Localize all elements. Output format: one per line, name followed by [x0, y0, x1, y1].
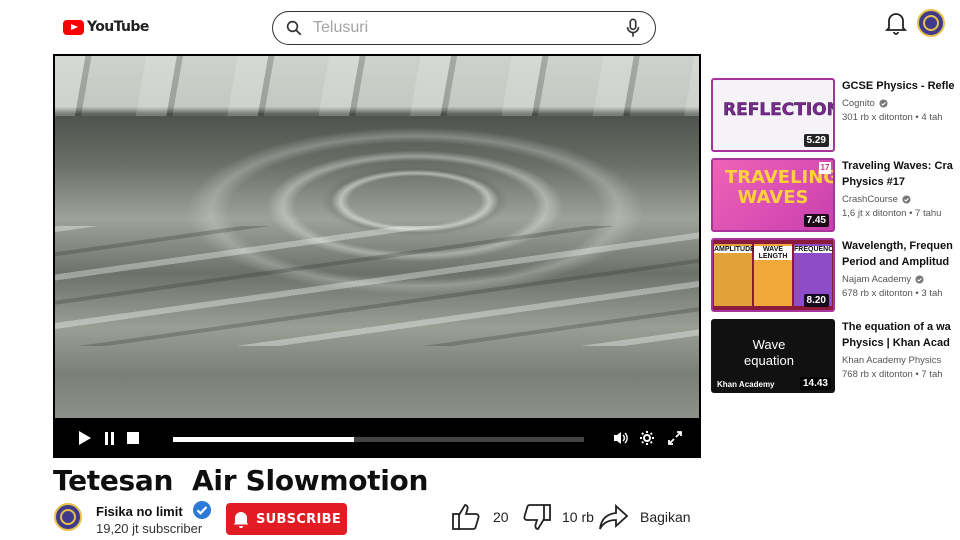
thumbs-up-icon	[452, 504, 480, 530]
volume-icon[interactable]	[613, 430, 629, 446]
recommendation-title[interactable]: Wavelength, Frequen Period and Amplitud	[842, 238, 960, 270]
recommendation-item[interactable]: Wave equation Khan Academy 14.43 The equ…	[711, 319, 960, 395]
youtube-logo[interactable]: YouTube	[63, 19, 149, 35]
share-arrow-icon	[599, 503, 629, 530]
share-button[interactable]: Bagikan	[598, 502, 691, 532]
dislike-button[interactable]: 10 rb	[520, 502, 594, 532]
recommendation-item[interactable]: AMPLITUDE WAVE LENGTH FREQUENCY 8.20 Wav…	[711, 238, 960, 314]
progress-bar[interactable]	[173, 437, 584, 442]
recommendation-meta: 678 rb x ditonton • 3 tah	[842, 288, 943, 299]
verified-check-icon	[902, 195, 911, 204]
recommendation-title[interactable]: GCSE Physics - Refle	[842, 78, 960, 94]
recommendation-item[interactable]: TRAVELING WAVES 17 7.45 Traveling Waves:…	[711, 158, 960, 234]
subscriber-count: 19,20 jt subscriber	[96, 521, 203, 536]
thumbnail-text: TRAVELING WAVES	[725, 167, 835, 208]
fullscreen-icon[interactable]	[667, 430, 683, 446]
thumbnail-panel: AMPLITUDE	[714, 244, 755, 306]
recommendation-channel[interactable]: CrashCourse	[842, 194, 911, 205]
channel-avatar[interactable]	[54, 503, 82, 531]
recommendation-meta: 301 rb x ditonton • 4 tah	[842, 112, 943, 123]
share-label: Bagikan	[640, 509, 691, 525]
thumbnail-brand: Khan Academy	[717, 380, 775, 389]
video-frame[interactable]	[55, 56, 699, 418]
duration-badge: 8.20	[803, 294, 829, 307]
search-bar[interactable]	[272, 11, 656, 45]
recommendation-channel[interactable]: Cognito	[842, 98, 888, 109]
pause-icon[interactable]	[105, 432, 114, 445]
progress-fill	[173, 437, 354, 442]
recommendation-title[interactable]: Traveling Waves: Cra Physics #17	[842, 158, 960, 190]
duration-badge: 7.45	[803, 214, 829, 227]
play-icon[interactable]	[79, 431, 91, 445]
recommendation-channel[interactable]: Khan Academy Physics	[842, 355, 941, 366]
thumbnail-text: Wave equation	[744, 337, 794, 368]
settings-gear-icon[interactable]	[639, 430, 655, 446]
channel-label: Najam Academy	[842, 274, 912, 285]
duration-badge: 14.43	[799, 377, 831, 390]
thumbnail-panel: WAVE LENGTH	[754, 244, 792, 306]
recommendation-item[interactable]: REFLECTIONS 5.29 GCSE Physics - Refle Co…	[711, 78, 960, 154]
player-controls	[55, 418, 699, 456]
subscribe-button[interactable]: SUBSCRIBE	[226, 503, 347, 535]
video-title: Tetesan Air Slowmotion	[53, 464, 429, 497]
notifications-bell-icon[interactable]	[885, 11, 907, 35]
recommendation-meta: 768 rb x ditonton • 7 tah	[842, 369, 943, 380]
recommendation-channel[interactable]: Najam Academy	[842, 274, 924, 285]
panel-label: AMPLITUDE	[714, 246, 755, 253]
channel-label: Cognito	[842, 98, 875, 109]
video-thumbnail[interactable]: REFLECTIONS 5.29	[711, 78, 835, 152]
recommendation-meta: 1,6 jt x ditonton • 7 tahu	[842, 208, 942, 219]
stop-icon[interactable]	[127, 432, 139, 444]
verified-badge-icon	[193, 501, 211, 519]
verified-check-icon	[879, 99, 888, 108]
recommendation-title[interactable]: The equation of a wa Physics | Khan Acad	[842, 319, 960, 351]
logo-text: YouTube	[87, 19, 149, 35]
video-thumbnail[interactable]: Wave equation Khan Academy 14.43	[711, 319, 835, 393]
channel-label: Khan Academy Physics	[842, 355, 942, 366]
thumbnail-text: REFLECTIONS	[723, 100, 833, 121]
account-avatar[interactable]	[917, 9, 945, 37]
video-thumbnail[interactable]: AMPLITUDE WAVE LENGTH FREQUENCY 8.20	[711, 238, 835, 312]
bell-icon	[233, 512, 249, 528]
panel-label: WAVE LENGTH	[754, 246, 792, 260]
channel-name[interactable]: Fisika no limit	[96, 504, 183, 519]
subscribe-label: SUBSCRIBE	[255, 511, 342, 527]
search-icon	[286, 20, 302, 36]
search-input[interactable]	[313, 19, 625, 37]
dislike-count: 10 rb	[562, 509, 594, 525]
thumbs-down-icon	[523, 504, 551, 530]
like-button[interactable]: 20	[451, 502, 509, 532]
panel-label: FREQUENCY	[794, 246, 835, 253]
mic-icon[interactable]	[625, 18, 641, 38]
youtube-play-icon	[63, 19, 84, 35]
video-player[interactable]	[53, 54, 701, 458]
duration-badge: 5.29	[803, 134, 829, 147]
episode-badge: 17	[819, 162, 831, 174]
verified-check-icon	[915, 275, 924, 284]
like-count: 20	[493, 509, 509, 525]
video-thumbnail[interactable]: TRAVELING WAVES 17 7.45	[711, 158, 835, 232]
channel-label: CrashCourse	[842, 194, 898, 205]
